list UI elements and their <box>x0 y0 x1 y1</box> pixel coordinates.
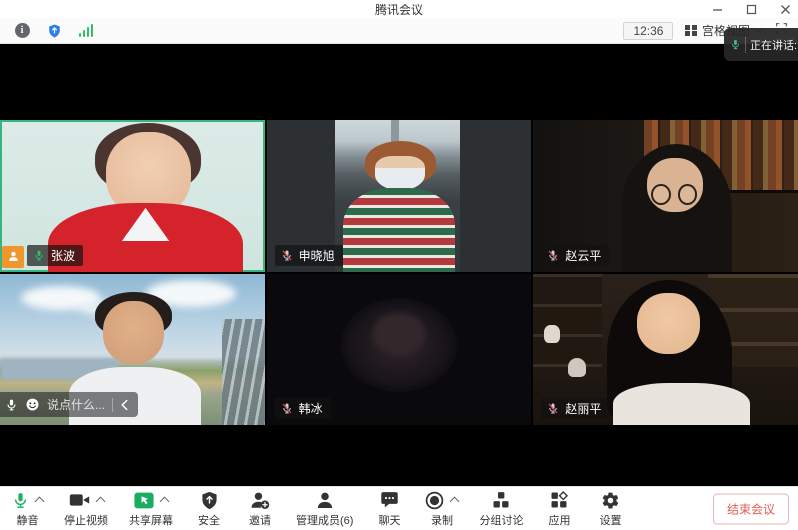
apps-button[interactable]: 应用 <box>544 489 574 528</box>
mic-on-icon <box>32 248 46 262</box>
participant-name-tag: 赵云平 <box>541 245 609 266</box>
participant-name: 赵丽平 <box>565 400 601 417</box>
protection-shield-icon[interactable] <box>46 23 62 39</box>
participant-name-tag: 韩冰 <box>275 398 331 419</box>
window-controls <box>710 0 792 18</box>
video-tile-hanbing[interactable]: 韩冰 <box>267 274 532 426</box>
collapse-chevron-icon[interactable] <box>120 399 129 411</box>
video-tile-self[interactable]: 说点什么... <box>0 274 265 426</box>
mute-options-caret[interactable] <box>35 497 45 507</box>
speaking-mic-icon <box>730 38 741 51</box>
participant-name: 韩冰 <box>299 400 323 417</box>
breakout-rooms-button[interactable]: 分组讨论 <box>479 489 523 528</box>
title-bar: 腾讯会议 <box>0 0 798 18</box>
close-icon[interactable] <box>778 2 792 16</box>
record-options-caret[interactable] <box>450 497 460 507</box>
speaking-label: 正在讲话: <box>750 37 797 53</box>
gear-icon <box>601 491 620 510</box>
bottom-toolbar: 静音 停止视频 共享屏幕 <box>0 486 798 530</box>
video-tile-zhangbo[interactable]: 张波 <box>0 120 265 272</box>
camera-icon <box>69 492 90 508</box>
quick-chat-bar[interactable]: 说点什么... <box>0 392 138 417</box>
participant-name-tag: 赵丽平 <box>541 398 609 419</box>
divider <box>112 398 113 412</box>
video-tile-zhaoyunping[interactable]: 赵云平 <box>533 120 798 272</box>
chat-input[interactable]: 说点什么... <box>47 396 105 413</box>
top-toolbar: i 12:36 宫格视图 <box>0 18 798 44</box>
person-icon <box>316 491 334 510</box>
grid-view-icon <box>685 25 697 37</box>
share-options-caret[interactable] <box>160 497 170 507</box>
video-options-caret[interactable] <box>95 497 105 507</box>
status-icons: i <box>10 23 94 39</box>
voice-input-icon[interactable] <box>5 398 18 412</box>
participant-name-tag: 申晓旭 <box>275 245 343 266</box>
shield-icon <box>201 491 218 510</box>
apps-grid-icon <box>550 491 568 509</box>
window-title: 腾讯会议 <box>375 1 423 18</box>
participant-name-tag: 张波 <box>27 245 83 266</box>
network-signal-icon[interactable] <box>78 24 94 37</box>
microphone-icon <box>12 491 29 510</box>
hand-raised-badge <box>2 246 24 268</box>
chat-bubble-icon <box>380 491 399 509</box>
invite-person-icon <box>250 491 270 510</box>
breakout-squares-icon <box>492 491 510 509</box>
video-tile-zhaoliping[interactable]: 赵丽平 <box>533 274 798 426</box>
mic-muted-icon <box>280 402 294 416</box>
chat-button[interactable]: 聊天 <box>374 489 404 528</box>
record-button[interactable]: 录制 <box>425 489 458 528</box>
emoji-icon[interactable] <box>25 397 40 412</box>
stop-video-button[interactable]: 停止视频 <box>64 489 108 528</box>
participant-name: 赵云平 <box>565 247 601 264</box>
video-stage: 张波 申晓旭 <box>0 44 798 486</box>
participant-name: 张波 <box>51 247 75 264</box>
minimize-icon[interactable] <box>710 2 724 16</box>
record-circle-icon <box>425 491 444 510</box>
meeting-window: 腾讯会议 i 12:36 宫 <box>0 0 798 530</box>
maximize-icon[interactable] <box>744 2 758 16</box>
security-button[interactable]: 安全 <box>194 489 224 528</box>
share-screen-button[interactable]: 共享屏幕 <box>129 489 173 528</box>
participant-name: 申晓旭 <box>299 247 335 264</box>
video-grid: 张波 申晓旭 <box>0 120 798 425</box>
meeting-info-icon[interactable]: i <box>14 23 30 39</box>
divider <box>745 37 746 53</box>
settings-button[interactable]: 设置 <box>595 489 625 528</box>
mute-button[interactable]: 静音 <box>12 489 43 528</box>
mic-muted-icon <box>546 248 560 262</box>
active-speaker-panel: 正在讲话: <box>724 28 798 61</box>
video-tile-shenxiaoxu[interactable]: 申晓旭 <box>267 120 532 272</box>
manage-members-button[interactable]: 管理成员(6) <box>296 489 353 528</box>
end-meeting-button[interactable]: 结束会议 <box>713 493 789 524</box>
meeting-timer: 12:36 <box>623 22 673 40</box>
mic-muted-icon <box>280 248 294 262</box>
mic-muted-icon <box>546 402 560 416</box>
invite-button[interactable]: 邀请 <box>245 489 275 528</box>
share-screen-icon <box>134 492 154 509</box>
